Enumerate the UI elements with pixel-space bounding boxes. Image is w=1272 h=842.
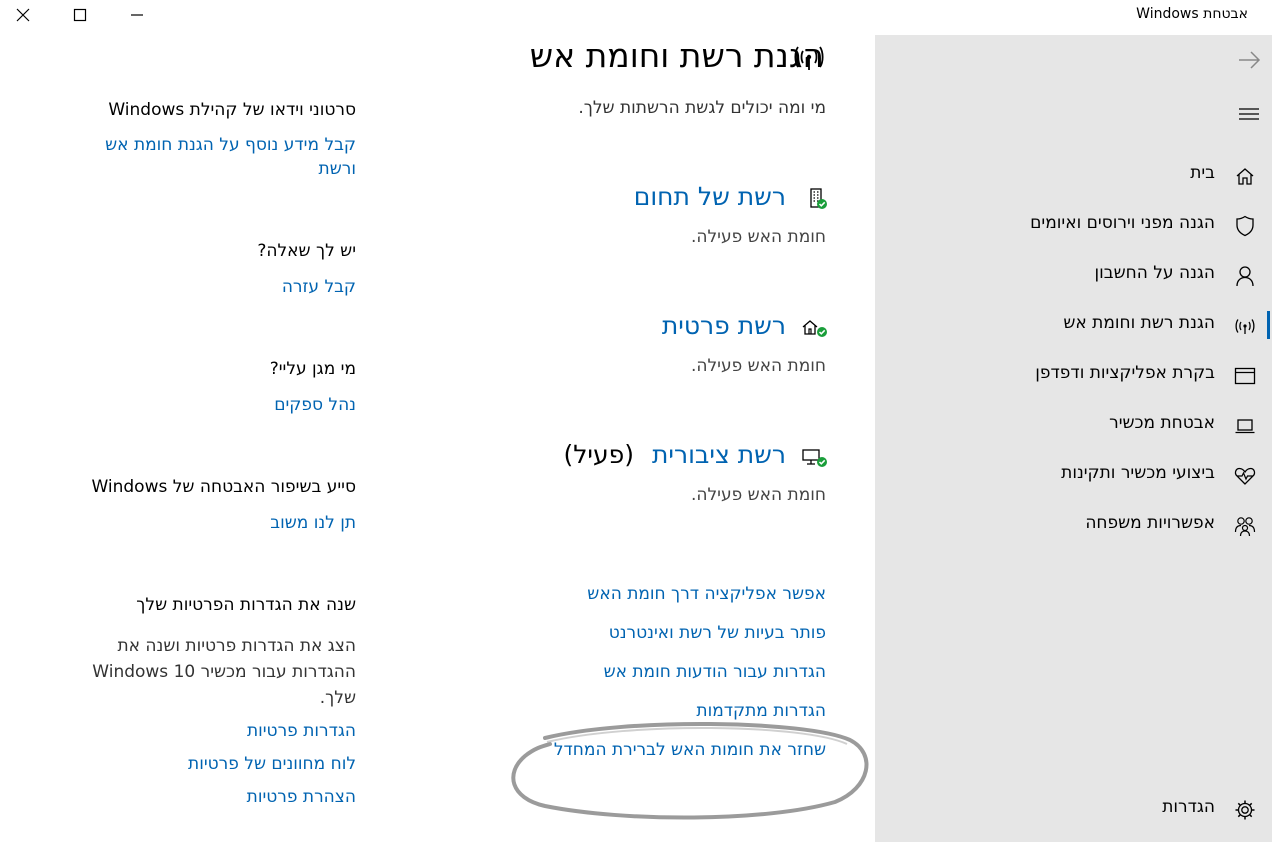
privacy-heading: שנה את הגדרות הפרטיות שלך: [136, 595, 356, 615]
network-troubleshooter-link[interactable]: פותר בעיות של רשת ואינטרנט: [609, 623, 826, 643]
family-icon: [1234, 515, 1256, 537]
sidebar-item-label: בקרת אפליקציות ודפדפן: [1035, 363, 1215, 383]
privacy-settings-link[interactable]: הגדרות פרטיות: [247, 719, 356, 743]
sidebar-item-app-browser-control[interactable]: בקרת אפליקציות ודפדפן: [875, 355, 1272, 395]
sidebar-item-label: הגנת רשת וחומת אש: [1063, 313, 1215, 333]
privacy-dashboard-link[interactable]: לוח מחוונים של פרטיות: [188, 752, 356, 776]
sidebar-item-firewall[interactable]: הגנת רשת וחומת אש: [875, 305, 1272, 345]
close-icon: [16, 8, 30, 22]
minimize-icon: [131, 14, 143, 16]
private-network-link[interactable]: רשת פרטית: [662, 311, 786, 340]
shield-icon: [1234, 215, 1256, 237]
feedback-heading: סייע בשיפור האבטחה של Windows: [91, 477, 356, 497]
hamburger-icon: [1239, 108, 1259, 120]
private-network-icon: [800, 316, 828, 340]
privacy-description: הצג את הגדרות פרטיות ושנה את ההגדרות עבו…: [92, 636, 356, 708]
sidebar-item-home[interactable]: בית: [875, 155, 1272, 195]
domain-network-icon: [808, 187, 828, 211]
sidebar-item-family-options[interactable]: אפשרויות משפחה: [875, 505, 1272, 545]
public-network-icon: [800, 445, 828, 469]
get-help-link[interactable]: קבל עזרה: [282, 275, 356, 299]
domain-network-status: חומת האש פעילה.: [690, 227, 826, 247]
window-title: אבטחת Windows: [1136, 6, 1248, 22]
sidebar-item-device-performance[interactable]: ביצועי מכשיר ותקינות: [875, 455, 1272, 495]
public-network-row: רשת ציבורית (פעיל): [563, 440, 786, 469]
sidebar-item-account-protection[interactable]: הגנה על החשבון: [875, 255, 1272, 295]
minimize-button[interactable]: [125, 3, 149, 27]
maximize-icon: [73, 8, 87, 22]
hand-drawn-circle-annotation: [511, 722, 869, 820]
laptop-icon: [1234, 415, 1256, 437]
person-icon: [1234, 265, 1256, 287]
wifi-antenna-icon: [792, 42, 826, 76]
page-header: הגנת רשת וחומת אש: [530, 36, 824, 75]
wifi-antenna-icon: [1234, 315, 1256, 337]
sidebar-item-device-security[interactable]: אבטחת מכשיר: [875, 405, 1272, 445]
back-button[interactable]: [1236, 47, 1262, 73]
page-title: הגנת רשת וחומת אש: [529, 36, 824, 75]
home-icon: [1234, 165, 1256, 187]
public-network-status: חומת האש פעילה.: [690, 485, 826, 505]
heart-pulse-icon: [1234, 465, 1256, 487]
back-arrow-icon: [1239, 51, 1261, 69]
videos-heading: סרטוני וידאו של קהילת Windows: [108, 100, 356, 120]
sidebar-item-label: בית: [1190, 163, 1215, 183]
gear-icon: [1234, 799, 1256, 821]
manage-providers-link[interactable]: נהל ספקים: [274, 393, 356, 417]
active-network-tag: (פעיל): [563, 440, 635, 469]
hamburger-menu-button[interactable]: [1238, 103, 1260, 125]
sidebar-item-label: הגנה על החשבון: [1094, 263, 1216, 283]
private-network-status: חומת האש פעילה.: [690, 356, 826, 376]
firewall-notification-settings-link[interactable]: הגדרות עבור הודעות חומת אש: [604, 662, 826, 682]
sidebar-item-virus-protection[interactable]: הגנה מפני וירוסים ואיומים: [875, 205, 1272, 245]
sidebar-item-label: אבטחת מכשיר: [1109, 413, 1215, 433]
sidebar-item-label: הגנה מפני וירוסים ואיומים: [1030, 213, 1215, 233]
sidebar: בית הגנה מפני וירוסים ואיומים הגנה על הח…: [875, 35, 1272, 842]
page-subtitle: מי ומה יכולים לגשת הרשתות שלך.: [578, 98, 826, 118]
maximize-button[interactable]: [68, 3, 92, 27]
close-button[interactable]: [11, 3, 35, 27]
domain-network-link[interactable]: רשת של תחום: [634, 182, 786, 211]
active-indicator: [1267, 311, 1270, 339]
sidebar-item-label: הגדרות: [1162, 797, 1215, 817]
learn-more-link[interactable]: קבל מידע נוסף על הגנת חומת אש ורשת: [86, 133, 356, 181]
browser-window-icon: [1234, 365, 1256, 387]
sidebar-item-label: ביצועי מכשיר ותקינות: [1061, 463, 1215, 483]
question-heading: יש לך שאלה?: [257, 241, 356, 261]
public-network-link[interactable]: רשת ציבורית: [652, 440, 786, 469]
privacy-statement-link[interactable]: הצהרת פרטיות: [247, 785, 356, 809]
protection-heading: מי מגן עליי?: [269, 359, 356, 379]
give-feedback-link[interactable]: תן לנו משוב: [270, 511, 356, 535]
sidebar-item-settings[interactable]: הגדרות: [875, 789, 1272, 829]
sidebar-item-label: אפשרויות משפחה: [1085, 513, 1215, 533]
allow-app-through-firewall-link[interactable]: אפשר אפליקציה דרך חומת האש: [587, 584, 826, 604]
